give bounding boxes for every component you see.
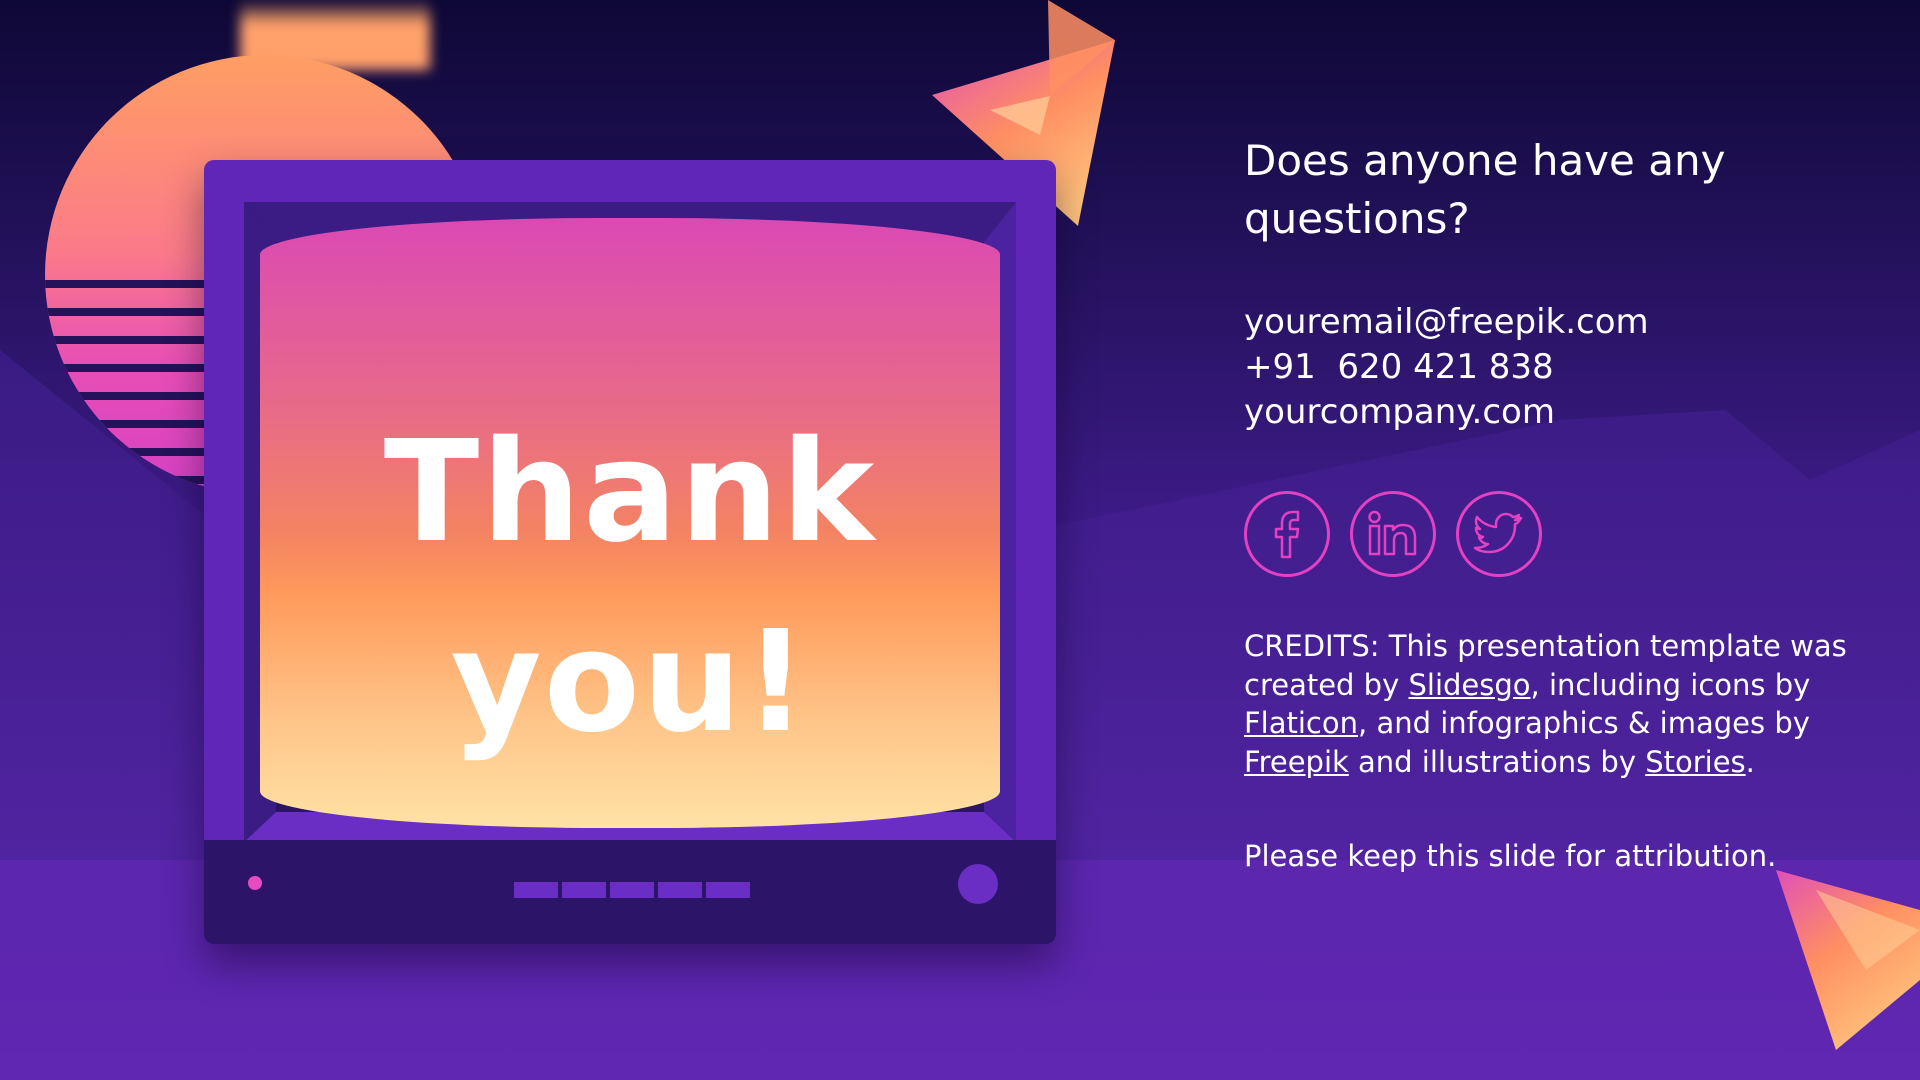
slidesgo-link[interactable]: Slidesgo	[1408, 668, 1530, 702]
tv-buttons	[514, 882, 750, 898]
credits-mid-2: , and infographics & images by	[1358, 706, 1810, 740]
credits-mid-1: , including icons by	[1530, 667, 1811, 702]
attribution-note: Please keep this slide for attribution.	[1244, 839, 1777, 873]
thank-you-title: Thank you!	[260, 398, 1000, 778]
tv-button	[706, 882, 750, 898]
questions-heading: Does anyone have any questions?	[1244, 136, 1726, 243]
contact-info: youremail@freepik.com +91 620 421 838 yo…	[1244, 300, 1864, 435]
slide: Thank you! Does anyone have any question…	[0, 0, 1920, 1080]
credits-suffix: .	[1745, 744, 1755, 779]
facebook-icon[interactable]	[1244, 491, 1330, 577]
stories-link[interactable]: Stories	[1645, 745, 1745, 779]
tv-button	[562, 882, 606, 898]
linkedin-icon[interactable]	[1350, 491, 1436, 577]
phone-text[interactable]: +91 620 421 838	[1244, 345, 1864, 390]
flaticon-link[interactable]: Flaticon	[1244, 706, 1358, 740]
social-icons	[1244, 491, 1864, 577]
contact-panel: Does anyone have any questions? youremai…	[1244, 132, 1864, 875]
tv-button	[610, 882, 654, 898]
tv-knob	[958, 864, 998, 904]
triangle-decoration-bottom	[1776, 870, 1920, 1050]
title-line-2: you!	[450, 601, 810, 764]
credits-mid-3: and illustrations by	[1348, 744, 1646, 779]
retro-tv: Thank you!	[204, 160, 1056, 944]
tv-button	[658, 882, 702, 898]
twitter-icon[interactable]	[1456, 491, 1542, 577]
tv-button	[514, 882, 558, 898]
email-text[interactable]: youremail@freepik.com	[1244, 300, 1864, 345]
credits-text: CREDITS: This presentation template was …	[1244, 627, 1864, 781]
freepik-link[interactable]: Freepik	[1244, 745, 1349, 779]
website-text[interactable]: yourcompany.com	[1244, 390, 1864, 435]
tv-screen: Thank you!	[260, 218, 1000, 828]
title-line-1: Thank	[383, 411, 877, 574]
power-led	[248, 876, 262, 890]
